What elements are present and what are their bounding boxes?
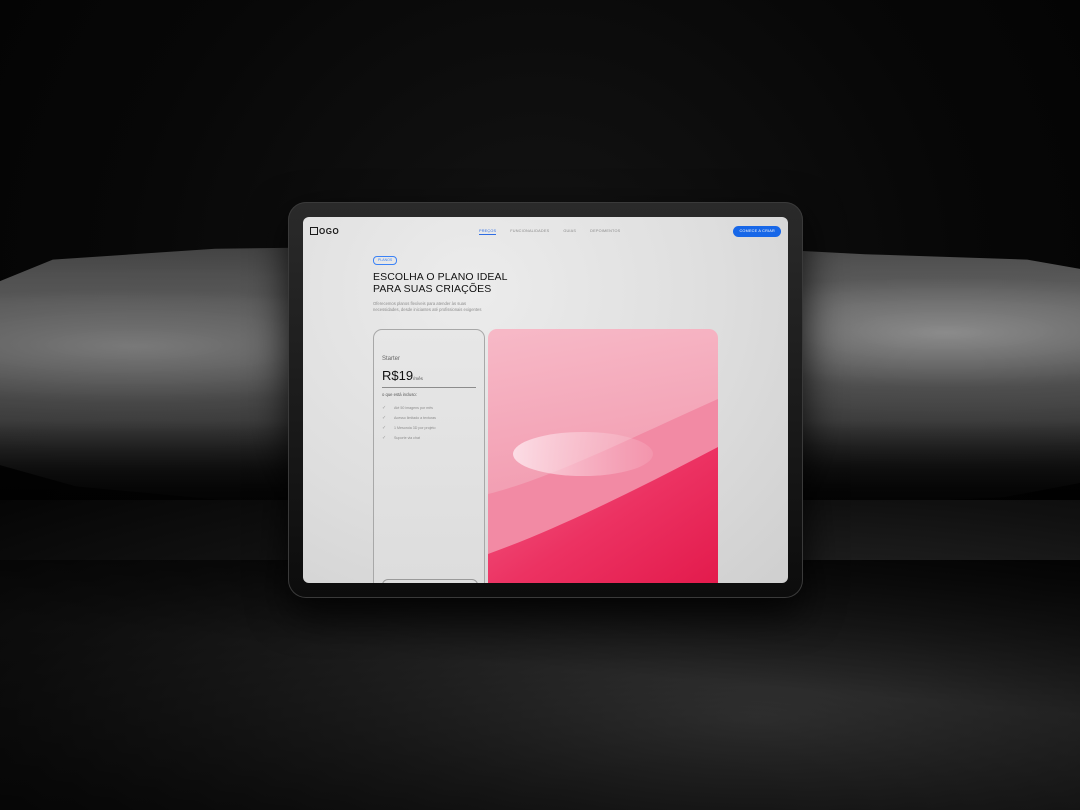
- page-title-line-1: ESCOLHA O PLANO IDEAL: [373, 271, 508, 283]
- hero-image: [488, 329, 718, 583]
- logo-text: OGO: [319, 227, 340, 236]
- tablet-device: OGO PREÇOS FUNCIONALIDADES GUIAS DEPOIME…: [288, 202, 803, 598]
- plan-name: Starter: [382, 356, 401, 362]
- subtitle-line-2: necessidades, desde iniciantes até profi…: [373, 306, 482, 312]
- feature-item: ✓ 1 Mesoroia 3D por projeto: [382, 423, 436, 433]
- price-amount: R$19: [382, 368, 414, 383]
- page-title: ESCOLHA O PLANO IDEAL PARA SUAS CRIAÇÕES: [373, 271, 533, 295]
- feature-item: ✓ Até 50 imagens por mês: [382, 403, 436, 413]
- nav-links: PREÇOS FUNCIONALIDADES GUIAS DEPOIMENTOS: [479, 229, 620, 235]
- includes-title: o que está incluso:: [382, 392, 417, 397]
- nav-link-funcionalidades[interactable]: FUNCIONALIDADES: [510, 229, 549, 235]
- top-nav: OGO PREÇOS FUNCIONALIDADES GUIAS DEPOIME…: [303, 217, 788, 247]
- check-icon: ✓: [382, 424, 387, 431]
- pink-wave-illustration: [488, 399, 718, 583]
- page-title-line-2: PARA SUAS CRIAÇÕES: [373, 283, 492, 295]
- tablet-screen: OGO PREÇOS FUNCIONALIDADES GUIAS DEPOIME…: [303, 217, 788, 583]
- logo[interactable]: OGO: [310, 227, 339, 236]
- check-icon: ✓: [382, 434, 387, 441]
- nav-link-guias[interactable]: GUIAS: [563, 229, 576, 235]
- feature-item: ✓ Acesso limitado a texturas: [382, 413, 436, 423]
- feature-list: ✓ Até 50 imagens por mês ✓ Acesso limitado…: [382, 403, 436, 443]
- select-plan-button[interactable]: [382, 579, 478, 583]
- price-period: /mês: [413, 376, 423, 381]
- pricing-card-starter[interactable]: Starter R$19/mês o que está incluso: ✓ At…: [373, 329, 485, 583]
- wave-mist: [513, 432, 653, 476]
- feature-text: Acesso limitado a texturas: [394, 416, 436, 420]
- logo-mark-icon: [310, 227, 318, 235]
- feature-text: Até 50 imagens por mês: [394, 406, 433, 410]
- nav-link-depoimentos[interactable]: DEPOIMENTOS: [590, 229, 620, 235]
- card-divider: [382, 387, 476, 388]
- plan-price: R$19/mês: [382, 368, 423, 383]
- feature-text: Suporte via chat: [394, 436, 420, 440]
- photo-scene: OGO PREÇOS FUNCIONALIDADES GUIAS DEPOIME…: [0, 0, 1080, 810]
- start-creating-button[interactable]: COMECE A CRIAR: [733, 226, 781, 237]
- feature-text: 1 Mesoroia 3D por projeto: [394, 426, 436, 430]
- check-icon: ✓: [382, 404, 387, 411]
- feature-item: ✓ Suporte via chat: [382, 433, 436, 443]
- check-icon: ✓: [382, 414, 387, 421]
- nav-link-precos[interactable]: PREÇOS: [479, 229, 497, 235]
- plans-badge: PLANOS: [373, 256, 398, 265]
- page-subtitle: Oferecemos planos flexíveis para atender…: [373, 301, 493, 313]
